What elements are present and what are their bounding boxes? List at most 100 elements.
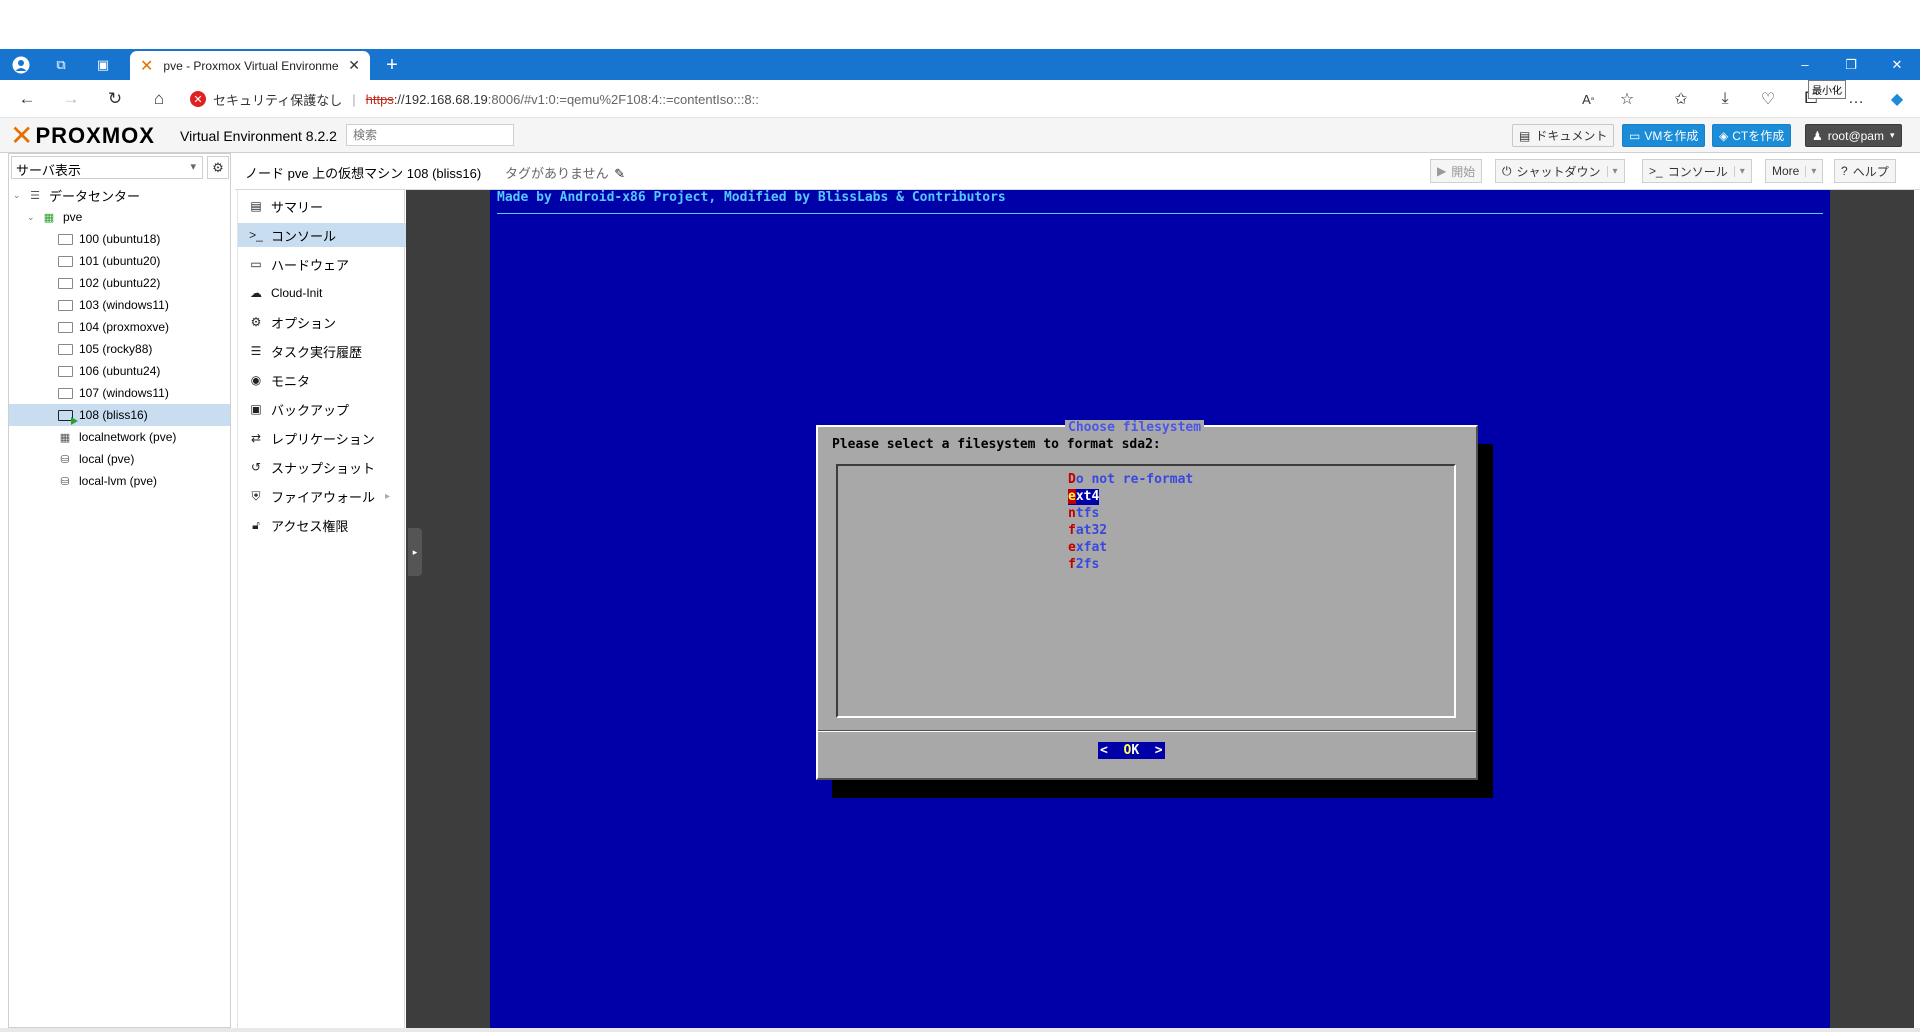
copilot-icon[interactable]: ◆ <box>1886 89 1908 109</box>
shutdown-button[interactable]: ⏻ シャットダウン ▾ <box>1495 159 1625 183</box>
tree-vm-102[interactable]: 102 (ubuntu22) <box>9 272 230 294</box>
tab-pve[interactable]: ✕ pve - Proxmox Virtual Environme ✕ <box>130 51 370 80</box>
proxmox-logo[interactable]: ✕ PROXMOX <box>10 122 155 150</box>
tree-storage-local[interactable]: ⛁ local (pve) <box>9 448 230 470</box>
browser-essentials-icon[interactable]: ♡ <box>1757 89 1779 109</box>
option-hotkey: f <box>1068 557 1076 572</box>
menu-console[interactable]: >_ コンソール <box>238 223 406 247</box>
vm-label: 104 (proxmoxve) <box>79 320 170 334</box>
pencil-icon[interactable]: ✎ <box>614 166 625 181</box>
fs-option-ntfs[interactable]: ntfs <box>1068 506 1099 522</box>
new-tab-button[interactable]: + <box>381 54 403 76</box>
menu-cloud-init[interactable]: ☁ Cloud-Init <box>238 281 406 305</box>
url-scheme: https <box>365 91 394 107</box>
menu-summary[interactable]: ▤ サマリー <box>238 194 406 218</box>
vm-screen[interactable]: Made by Android-x86 Project, Modified by… <box>490 190 1830 1028</box>
url-field[interactable]: ✕ セキュリティ保護なし | https ://192.168.68.19 :8… <box>190 86 1650 112</box>
tree-vm-104[interactable]: 104 (proxmoxve) <box>9 316 230 338</box>
security-label[interactable]: セキュリティ保護なし <box>213 90 342 109</box>
tree-node-pve[interactable]: ⌄ ▦ pve <box>9 206 230 228</box>
menu-task-history[interactable]: ☰ タスク実行履歴 <box>238 339 406 363</box>
tree-network[interactable]: ▦ localnetwork (pve) <box>9 426 230 448</box>
floppy-icon: ▣ <box>250 402 262 416</box>
menu-label: レプリケーション <box>271 431 375 447</box>
expand-sidebar-handle[interactable]: ▸ <box>408 528 422 576</box>
ok-rest: K <box>1131 743 1140 758</box>
refresh-icon[interactable]: ↻ <box>104 88 126 110</box>
profile-icon[interactable] <box>10 54 32 76</box>
chevron-down-icon[interactable]: ▾ <box>1733 165 1745 177</box>
minimize-button[interactable]: – <box>1782 49 1828 80</box>
collapse-icon[interactable]: ⌄ <box>27 212 39 223</box>
workspaces-icon[interactable]: ⧉ <box>50 54 72 76</box>
chevron-down-icon[interactable]: ▾ <box>1606 165 1618 177</box>
tree-vm-107[interactable]: 107 (windows11) <box>9 382 230 404</box>
collapse-icon[interactable]: ⌄ <box>13 190 25 201</box>
fs-option-ext4[interactable]: ext4 <box>1068 489 1100 505</box>
tree-vm-105[interactable]: 105 (rocky88) <box>9 338 230 360</box>
tags-field[interactable]: タグがありません ✎ <box>505 163 625 182</box>
tree-vm-101[interactable]: 101 (ubuntu20) <box>9 250 230 272</box>
tree-vm-100[interactable]: 100 (ubuntu18) <box>9 228 230 250</box>
running-vm-icon <box>57 408 78 425</box>
tree-storage-lvm[interactable]: ⛁ local-lvm (pve) <box>9 470 230 492</box>
menu-backup[interactable]: ▣ バックアップ <box>238 397 406 421</box>
menu-options[interactable]: ⚙ オプション <box>238 310 406 334</box>
close-window-button[interactable]: ✕ <box>1874 49 1920 80</box>
close-tab-icon[interactable]: ✕ <box>348 57 360 74</box>
not-secure-icon[interactable]: ✕ <box>190 91 206 107</box>
create-ct-button[interactable]: ◈ CTを作成 <box>1712 124 1792 147</box>
menu-label: タスク実行履歴 <box>271 344 363 360</box>
tree-vm-108[interactable]: 108 (bliss16) <box>9 404 230 426</box>
vm-icon <box>57 232 73 246</box>
back-icon[interactable]: ← <box>16 88 38 110</box>
option-hotkey: n <box>1068 506 1076 521</box>
storage-icon: ⛁ <box>60 453 70 466</box>
menu-permissions[interactable]: 🔓︎ アクセス権限 <box>238 513 406 537</box>
console-button[interactable]: >_ コンソール ▾ <box>1642 159 1752 183</box>
menu-replication[interactable]: ⇄ レプリケーション <box>238 426 406 450</box>
download-icon[interactable]: ⤓ <box>1714 89 1736 109</box>
home-icon[interactable]: ⌂ <box>148 88 170 110</box>
view-select[interactable]: サーバ表示 ▾ <box>11 156 203 179</box>
vm-icon <box>57 254 73 268</box>
favorite-star-icon[interactable]: ☆ <box>1616 89 1638 109</box>
fs-option-fat32[interactable]: fat32 <box>1068 523 1107 539</box>
eye-icon: ◉ <box>250 373 262 387</box>
more-menu-icon[interactable]: … <box>1845 89 1867 109</box>
start-button[interactable]: ▶ 開始 <box>1430 159 1483 183</box>
dialog-prompt: Please select a filesystem to format sda… <box>832 437 1161 452</box>
menu-firewall[interactable]: ⛨ ファイアウォール ▸ <box>238 484 406 508</box>
tree-vm-103[interactable]: 103 (windows11) <box>9 294 230 316</box>
tab-actions-icon[interactable]: ▣ <box>92 54 114 76</box>
menu-label: ハードウェア <box>271 257 350 273</box>
restore-button[interactable]: ❐ <box>1828 49 1874 80</box>
menu-monitor[interactable]: ◉ モニタ <box>238 368 406 392</box>
user-menu-button[interactable]: ♟ root@pam ▾ <box>1805 124 1902 147</box>
help-button[interactable]: ? ヘルプ <box>1834 159 1896 183</box>
ok-button[interactable]: < OK > <box>1098 742 1165 759</box>
tree-vm-106[interactable]: 106 (ubuntu24) <box>9 360 230 382</box>
menu-snapshots[interactable]: ↺ スナップショット <box>238 455 406 479</box>
favorites-icon[interactable]: ✩ <box>1670 89 1692 109</box>
gear-icon: ⚙ <box>212 159 224 175</box>
search-input[interactable] <box>346 124 514 146</box>
forward-icon[interactable]: → <box>60 88 82 110</box>
banner-divider <box>497 213 1823 214</box>
fs-option-no-format[interactable]: Do not re-format <box>1068 472 1193 488</box>
tree-datacenter[interactable]: ⌄ ☰ データセンター <box>9 184 230 206</box>
documentation-button[interactable]: ▤ ドキュメント <box>1512 124 1615 147</box>
tree-settings-button[interactable]: ⚙ <box>207 156 229 179</box>
filesystem-list[interactable]: Do not re-format ext4 ntfs fat32 exfat f… <box>836 464 1456 718</box>
fs-option-exfat[interactable]: exfat <box>1068 540 1107 556</box>
ok-left-bracket: < <box>1100 743 1124 758</box>
more-button[interactable]: More ▾ <box>1765 159 1824 183</box>
menu-hardware[interactable]: ▭ ハードウェア <box>238 252 406 276</box>
option-text: xfat <box>1075 540 1108 555</box>
minimize-tooltip: 最小化 <box>1808 80 1846 99</box>
read-aloud-icon[interactable]: Aᵃ <box>1577 89 1599 109</box>
fs-option-f2fs[interactable]: f2fs <box>1068 557 1099 573</box>
console-label: コンソール <box>1667 164 1728 179</box>
create-vm-button[interactable]: ▭ VMを作成 <box>1622 124 1706 147</box>
pve-header: ✕ PROXMOX Virtual Environment 8.2.2 ▤ ドキ… <box>0 118 1920 153</box>
